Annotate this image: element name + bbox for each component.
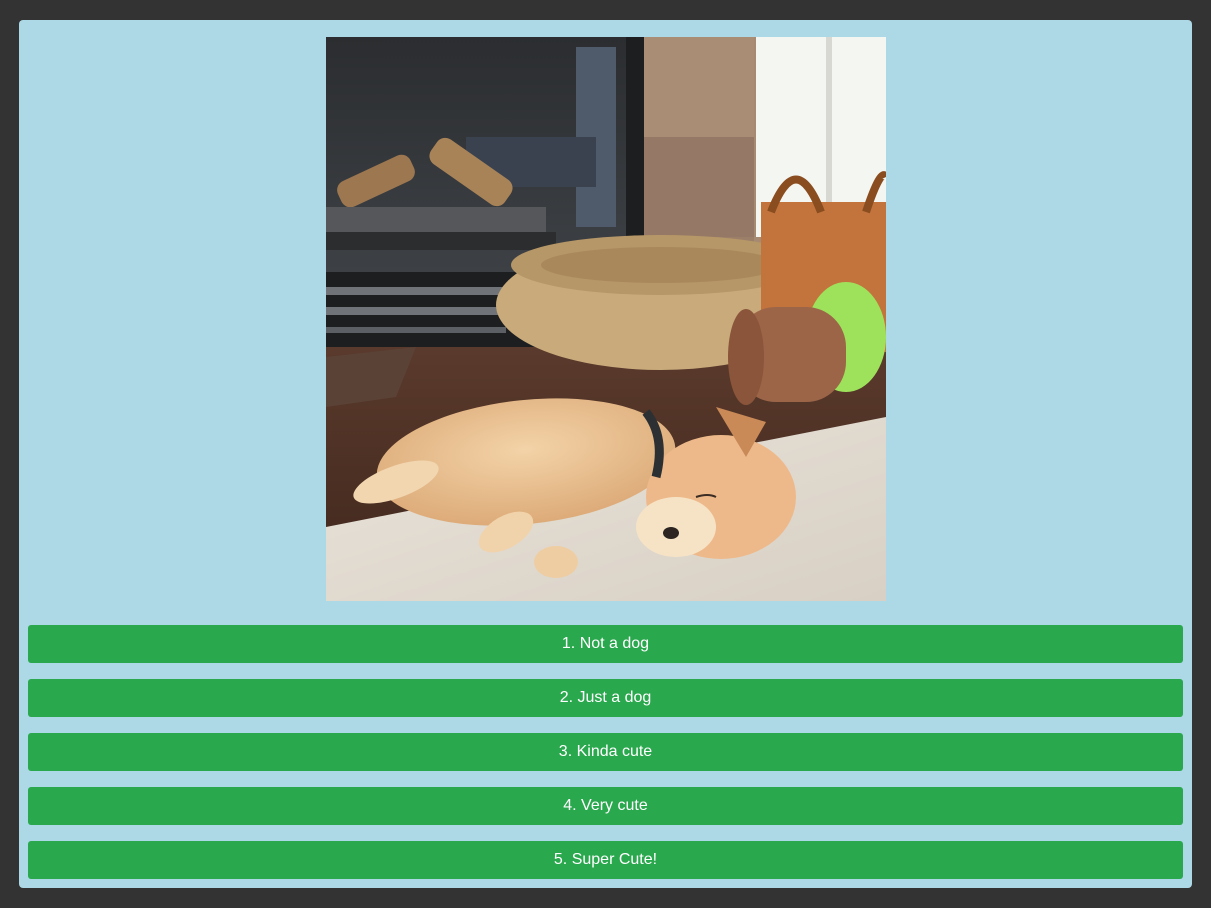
choice-2-button[interactable]: 2. Just a dog: [28, 679, 1183, 717]
choice-5-button[interactable]: 5. Super Cute!: [28, 841, 1183, 879]
choice-1-button[interactable]: 1. Not a dog: [28, 625, 1183, 663]
choice-4-button[interactable]: 4. Very cute: [28, 787, 1183, 825]
dog-photo: [326, 37, 886, 601]
rating-choices: 1. Not a dog 2. Just a dog 3. Kinda cute…: [28, 625, 1183, 895]
choice-3-button[interactable]: 3. Kinda cute: [28, 733, 1183, 771]
rating-panel: 1. Not a dog 2. Just a dog 3. Kinda cute…: [19, 20, 1192, 888]
